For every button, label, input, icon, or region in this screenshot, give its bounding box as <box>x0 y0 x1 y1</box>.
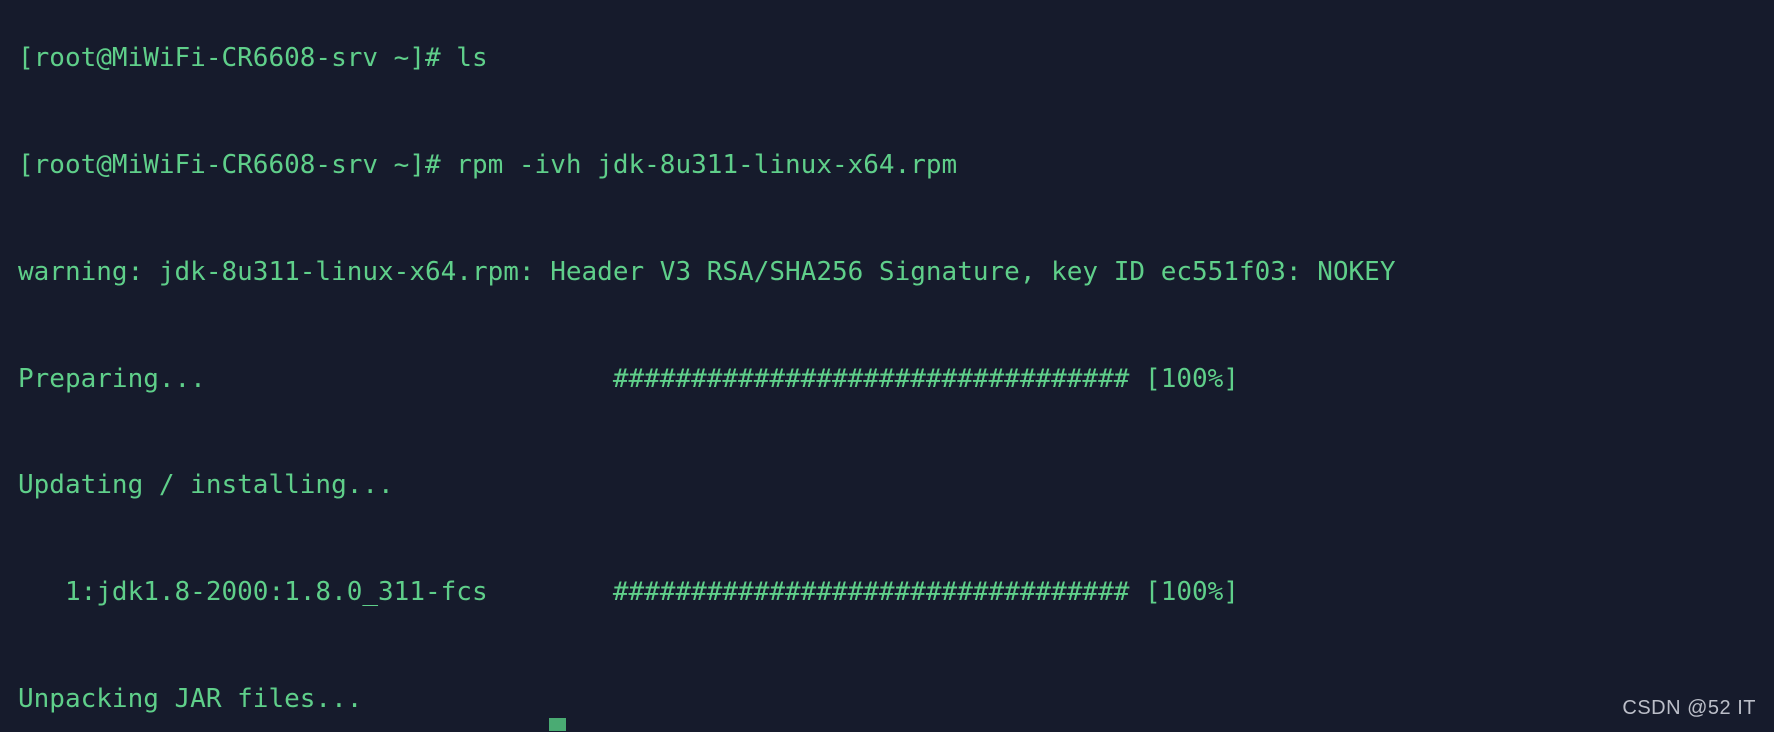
terminal-window[interactable]: [root@MiWiFi-CR6608-srv ~]# ls [root@MiW… <box>0 0 1774 732</box>
terminal-line: Updating / installing... <box>18 470 394 501</box>
terminal-line: [root@MiWiFi-CR6608-srv ~]# rpm -ivh jdk… <box>18 149 958 180</box>
terminal-line: 1:jdk1.8-2000:1.8.0_311-fcs ############… <box>18 577 1239 608</box>
terminal-line: Unpacking JAR files... <box>18 683 363 714</box>
terminal-line: warning: jdk-8u311-linux-x64.rpm: Header… <box>18 256 1396 287</box>
terminal-line: Preparing... ###########################… <box>18 363 1239 394</box>
terminal-cursor <box>549 718 566 731</box>
csdn-watermark: CSDN @52 IT <box>1622 697 1756 719</box>
terminal-output: [root@MiWiFi-CR6608-srv ~]# ls [root@MiW… <box>18 0 1396 732</box>
terminal-line: [root@MiWiFi-CR6608-srv ~]# ls <box>18 43 488 74</box>
